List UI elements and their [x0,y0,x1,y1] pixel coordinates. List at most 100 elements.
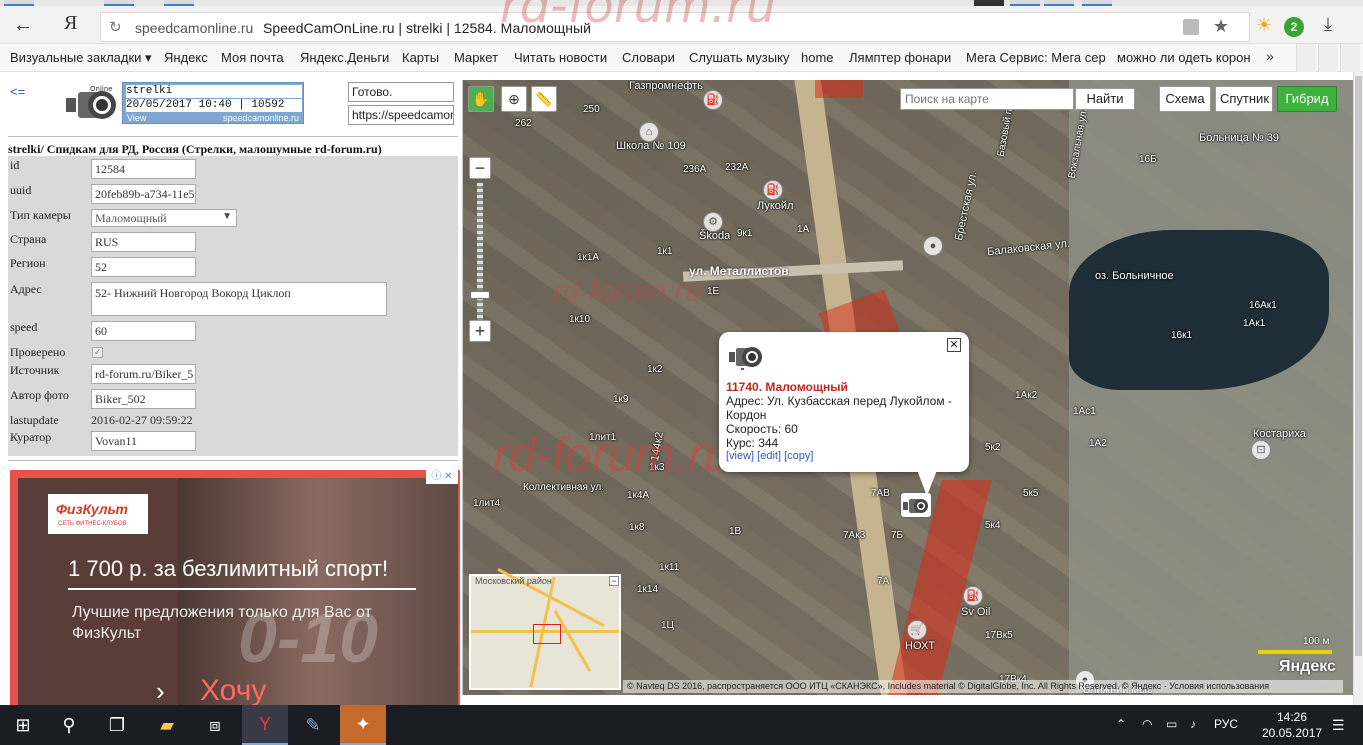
bookmark-dictionaries[interactable]: Словари [622,50,675,65]
stats-widget[interactable]: strelki 20/05/2017 10:40 | 10592 View sp… [122,82,304,124]
fitness-ad-banner[interactable]: 0-10 ФизКульт СЕТЬ ФИТНЕС-КЛУБОВ 1 700 р… [10,470,460,707]
zoom-in-button[interactable]: + [469,320,491,342]
bookmark-yandex[interactable]: Яндекс [164,50,208,65]
adchoices-icon[interactable]: ⓘ ✕ [426,470,458,484]
network-icon[interactable]: ▭ [1166,717,1177,731]
id-field[interactable]: 12584 [91,159,196,179]
layer-scheme-button[interactable]: Схема [1159,86,1211,112]
bookmark-money[interactable]: Яндекс.Деньги [300,50,389,65]
bookmark-maps[interactable]: Карты [402,50,439,65]
overview-minimap[interactable]: Московский район − [469,568,621,690]
bookmark-star-icon[interactable]: ★ [1213,16,1229,37]
widget-view-link[interactable]: View [127,113,146,123]
wifi-icon[interactable]: ◠ [1142,717,1152,731]
school-icon[interactable]: ⌂ [639,122,659,142]
app-icon[interactable]: ✦ [340,705,386,745]
zoom-slider-handle[interactable] [470,291,490,299]
car-dealer-icon[interactable]: ⚙ [703,212,723,232]
clock[interactable]: 14:26 20.05.2017 [1262,709,1322,741]
bookmark-mail[interactable]: Моя почта [221,50,284,65]
yandex-browser-icon[interactable]: Y [242,705,288,745]
bookmark-crown[interactable]: можно ли одеть корон [1117,50,1255,65]
gas-station-icon[interactable]: ⛽ [963,586,983,606]
extension-slot-2[interactable] [1318,44,1338,72]
magnifier-zoom-tool-icon[interactable]: ⊕ [501,86,527,112]
tab-7[interactable] [1082,0,1112,6]
minimap-viewport-frame[interactable] [533,624,561,644]
action-center-icon[interactable]: ☰ [1332,717,1345,734]
bookmark-news[interactable]: Читать новости [514,50,607,65]
language-indicator[interactable]: РУС [1214,717,1238,731]
download-icon[interactable]: ⤓ [1324,14,1332,35]
panel-title: strelki/ Спидкам для РД, Россия (Стрелки… [8,142,382,156]
ad-cta[interactable]: Хочу [200,674,266,707]
widget-site: speedcamonline.ru [222,113,299,123]
ruler-tool-icon[interactable]: 📏 [531,86,557,112]
railway-station-icon[interactable]: ⊡ [1251,440,1271,460]
bookmark-lampter[interactable]: Лямптер фонари [849,50,951,65]
gas-station-icon[interactable]: ⛽ [703,90,723,110]
layer-hybrid-button[interactable]: Гибрид [1277,86,1337,112]
search-icon[interactable]: ⚲ [46,705,92,745]
map-search-input[interactable] [900,88,1074,110]
tab-5[interactable] [1010,0,1040,6]
map-label: 1Ц [661,620,674,631]
weather-icon[interactable]: ☀ [1256,15,1272,36]
minimap-collapse-icon[interactable]: − [609,576,619,586]
address-textarea[interactable]: 52- Нижний Новгород Вокорд Циклоп [91,282,387,316]
zoom-slider-track[interactable] [477,183,483,323]
yandex-logo[interactable]: Я [64,12,77,35]
page-scrollbar[interactable] [1353,72,1363,707]
url-field[interactable]: https://speedcamon [348,105,454,125]
tab-6[interactable] [1044,0,1074,6]
zoom-out-button[interactable]: − [469,157,491,179]
task-view-icon[interactable]: ❐ [94,705,140,745]
yandex-map[interactable]: ул. Металлистов Газпромнефть Школа № 109… [462,80,1353,695]
uuid-field[interactable]: 20feb89b-a734-11e5 [91,184,196,204]
bookmarks-more-icon[interactable]: » [1266,48,1274,64]
tab-2[interactable] [104,0,134,6]
bookmark-visual[interactable]: Визуальные закладки ▾ [10,50,152,66]
extension-slot-3[interactable] [1340,44,1360,72]
volume-icon[interactable]: ♪ [1190,717,1196,731]
tab-1[interactable] [4,0,34,6]
zoom-control[interactable]: − + [469,157,493,347]
bookmark-music[interactable]: Слушать музыку [689,50,789,65]
bookmark-megaservice[interactable]: Мега Сервис: Мега сер [966,50,1106,65]
curator-field[interactable]: Vovan11 [91,431,196,451]
bookmark-home[interactable]: home [801,50,834,65]
map-search-button[interactable]: Найти [1075,88,1135,110]
shop-cart-icon[interactable]: 🛒 [907,620,927,640]
camtype-select[interactable]: Маломощный ▼ [91,209,237,227]
windows-start-icon[interactable]: ⊞ [0,705,46,745]
file-explorer-icon[interactable]: ▰ [144,705,190,745]
region-field[interactable]: 52 [91,257,196,277]
gas-station-icon[interactable]: ⛽ [763,180,783,200]
tab-4[interactable] [974,0,1004,6]
camera-zone[interactable] [815,80,863,98]
place-icon[interactable]: ● [923,236,943,256]
store-icon[interactable]: ⧈ [192,705,238,745]
scrollbar-thumb[interactable] [1355,76,1362,656]
address-bar[interactable]: ↻ speedcamonline.ru SpeedCamOnLine.ru | … [100,12,1250,42]
notification-badge[interactable]: 2 [1284,17,1304,37]
layer-satellite-button[interactable]: Спутник [1215,86,1273,112]
paint-icon[interactable]: ✎ [290,705,336,745]
country-field[interactable]: RUS [91,232,196,252]
source-field[interactable]: rd-forum.ru/Biker_5 [91,364,196,384]
speed-field[interactable]: 60 [91,321,196,341]
yandex-map-logo[interactable]: Яндекс [1279,658,1336,676]
tray-expand-icon[interactable]: ⌃ [1116,717,1126,731]
back-link[interactable]: <= [10,84,25,99]
lock-icon[interactable] [1183,19,1199,35]
tab-3[interactable] [164,0,194,6]
back-arrow-icon[interactable]: ← [10,12,36,38]
bookmark-market[interactable]: Маркет [454,50,498,65]
close-icon[interactable]: ✕ [947,338,961,352]
balloon-action-links[interactable]: [view] [edit] [copy] [726,450,813,462]
author-field[interactable]: Biker_502 [91,389,196,409]
reload-icon[interactable]: ↻ [109,18,122,36]
extension-slot-1[interactable] [1296,44,1316,72]
verified-checkbox[interactable]: ✓ [92,347,103,358]
hand-drag-tool-icon[interactable]: ✋ [468,86,494,112]
